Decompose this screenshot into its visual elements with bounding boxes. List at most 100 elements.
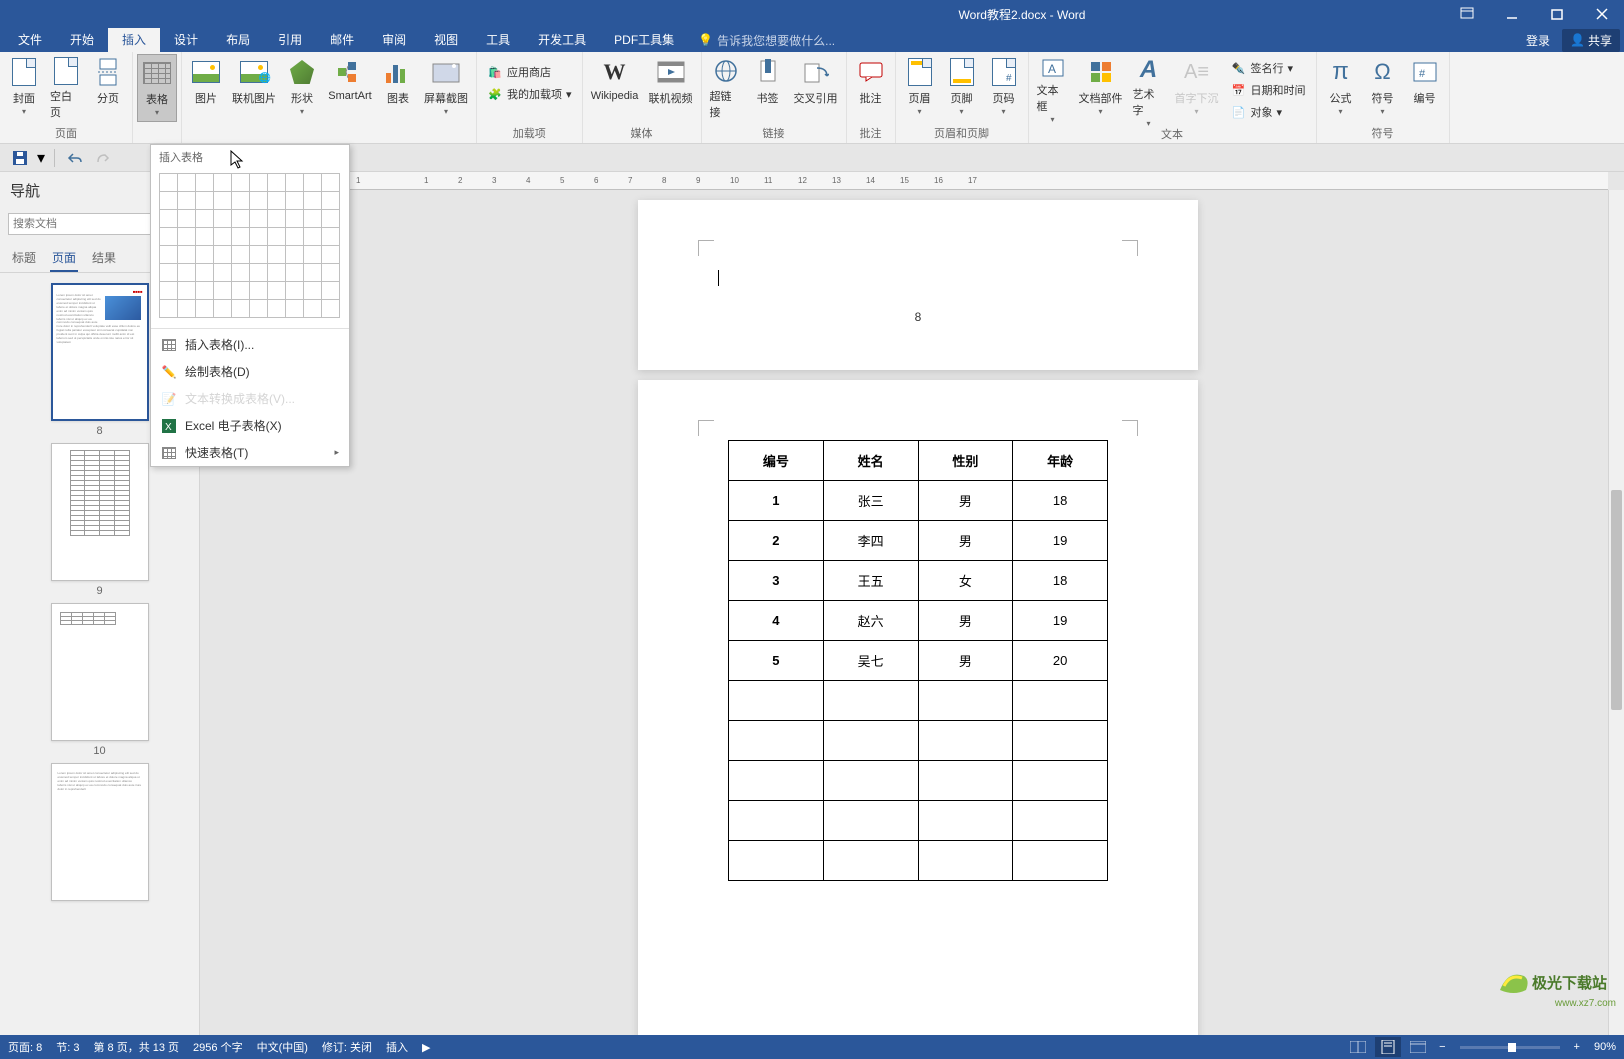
table-row[interactable]: 3王五女18 [729,561,1108,601]
status-record-icon[interactable]: ▶ [422,1041,430,1054]
ribbon-options-icon[interactable] [1444,0,1489,28]
number-button[interactable]: #编号 [1405,54,1445,122]
nav-tab-标题[interactable]: 标题 [10,245,38,272]
quick-parts-button[interactable]: 文档部件▾ [1075,54,1127,122]
tab-审阅[interactable]: 审阅 [368,28,420,52]
cross-reference-button[interactable]: 交叉引用 [790,54,842,122]
table-header[interactable]: 姓名 [823,441,918,481]
footer-button[interactable]: 页脚▾ [942,54,982,122]
quick-tables-menuitem[interactable]: 快速表格(T)▸ [151,439,349,466]
minimize-button[interactable] [1489,0,1534,28]
table-row[interactable]: 5吴七男20 [729,641,1108,681]
tab-文件[interactable]: 文件 [4,28,56,52]
thumbnail-page-11[interactable]: Lorem ipsum dolor sit amet consectetur a… [51,763,149,901]
status-section[interactable]: 节: 3 [56,1039,79,1055]
status-page[interactable]: 页面: 8 [8,1039,42,1055]
undo-button[interactable] [63,146,87,170]
table-row[interactable] [729,801,1108,841]
print-layout-button[interactable] [1375,1037,1401,1057]
status-insert-mode[interactable]: 插入 [386,1039,408,1055]
tab-开始[interactable]: 开始 [56,28,108,52]
table-grid-picker[interactable] [151,169,349,326]
table-row[interactable]: 4赵六男19 [729,601,1108,641]
tab-布局[interactable]: 布局 [212,28,264,52]
zoom-in-button[interactable]: + [1574,1041,1580,1053]
draw-table-menuitem[interactable]: ✏️绘制表格(D) [151,358,349,385]
group-label-symbols: 符号 [1321,123,1445,143]
tab-设计[interactable]: 设计 [160,28,212,52]
blank-page-button[interactable]: 空白页 [46,54,86,122]
table-header[interactable]: 性别 [918,441,1013,481]
my-addins-button[interactable]: 🧩我的加载项 ▾ [483,84,576,104]
page-8-bottom[interactable]: 8 [638,200,1198,370]
shapes-button[interactable]: 形状▾ [282,54,322,122]
status-revise[interactable]: 修订: 关闭 [322,1039,372,1055]
table-header[interactable]: 编号 [729,441,824,481]
cover-page-button[interactable]: 封面▾ [4,54,44,122]
wordart-button[interactable]: A艺术字▾ [1129,54,1169,122]
read-mode-button[interactable] [1345,1037,1371,1057]
status-word-count[interactable]: 2956 个字 [193,1039,243,1055]
pictures-button[interactable]: 图片 [186,54,226,122]
tab-开发工具[interactable]: 开发工具 [524,28,600,52]
table-row[interactable]: 1张三男18 [729,481,1108,521]
excel-spreadsheet-menuitem[interactable]: XExcel 电子表格(X) [151,412,349,439]
textbox-button[interactable]: A文本框▾ [1033,54,1073,122]
insert-table-menuitem[interactable]: 插入表格(I)... [151,331,349,358]
redo-button[interactable] [91,146,115,170]
nav-tab-结果[interactable]: 结果 [90,245,118,272]
status-language[interactable]: 中文(中国) [257,1039,308,1055]
share-button[interactable]: 👤 共享 [1562,29,1620,52]
table-button[interactable]: 表格▾ [137,54,177,122]
tab-引用[interactable]: 引用 [264,28,316,52]
page-number-button[interactable]: #页码▾ [984,54,1024,122]
store-button[interactable]: 🛍️应用商店 [483,62,576,82]
qat-dropdown[interactable]: ▾ [36,146,46,170]
maximize-button[interactable] [1534,0,1579,28]
login-link[interactable]: 登录 [1526,32,1550,49]
status-page-of[interactable]: 第 8 页，共 13 页 [93,1039,179,1055]
thumbnail-page-8[interactable]: ■■■■Lorem ipsum dolor sit amet consectet… [51,283,149,421]
table-header[interactable]: 年龄 [1013,441,1108,481]
tell-me-search[interactable]: 💡 告诉我您想要做什么... [698,32,835,49]
table-row[interactable] [729,761,1108,801]
close-button[interactable] [1579,0,1624,28]
tab-PDF工具集[interactable]: PDF工具集 [600,28,688,52]
table-row[interactable] [729,721,1108,761]
chart-button[interactable]: 图表 [378,54,418,122]
date-time-button[interactable]: 📅日期和时间 [1227,80,1310,100]
tab-插入[interactable]: 插入 [108,28,160,52]
document-table[interactable]: 编号姓名性别年龄 1张三男182李四男193王五女184赵六男195吴七男20 [728,440,1108,881]
table-row[interactable]: 2李四男19 [729,521,1108,561]
online-video-button[interactable]: 联机视频 [645,54,697,122]
tab-视图[interactable]: 视图 [420,28,472,52]
tab-工具[interactable]: 工具 [472,28,524,52]
bookmark-button[interactable]: 书签 [748,54,788,122]
save-button[interactable] [8,146,32,170]
signature-line-button[interactable]: ✒️签名行 ▾ [1227,58,1310,78]
tab-邮件[interactable]: 邮件 [316,28,368,52]
online-pictures-button[interactable]: 🌐联机图片 [228,54,280,122]
thumbnail-page-9[interactable] [51,443,149,581]
zoom-out-button[interactable]: − [1439,1041,1445,1053]
smartart-button[interactable]: SmartArt [324,54,376,122]
object-button[interactable]: 📄对象 ▾ [1227,102,1310,122]
zoom-slider[interactable] [1460,1046,1560,1049]
equation-button[interactable]: π公式▾ [1321,54,1361,122]
table-row[interactable] [729,841,1108,881]
comment-button[interactable]: 批注 [851,54,891,122]
page-break-button[interactable]: 分页 [88,54,128,122]
thumbnail-page-10[interactable] [51,603,149,741]
hyperlink-button[interactable]: 超链接 [706,54,746,122]
wikipedia-button[interactable]: WWikipedia [587,54,643,122]
screenshot-button[interactable]: 屏幕截图▾ [420,54,472,122]
header-button[interactable]: 页眉▾ [900,54,940,122]
page-9[interactable]: 编号姓名性别年龄 1张三男182李四男193王五女184赵六男195吴七男20 [638,380,1198,1035]
nav-tab-页面[interactable]: 页面 [50,245,78,272]
vertical-scrollbar[interactable] [1608,190,1624,1035]
zoom-level[interactable]: 90% [1594,1041,1616,1053]
horizontal-ruler[interactable]: 3211234567891011121314151617 [228,172,1608,190]
web-layout-button[interactable] [1405,1037,1431,1057]
symbol-button[interactable]: Ω符号▾ [1363,54,1403,122]
table-row[interactable] [729,681,1108,721]
